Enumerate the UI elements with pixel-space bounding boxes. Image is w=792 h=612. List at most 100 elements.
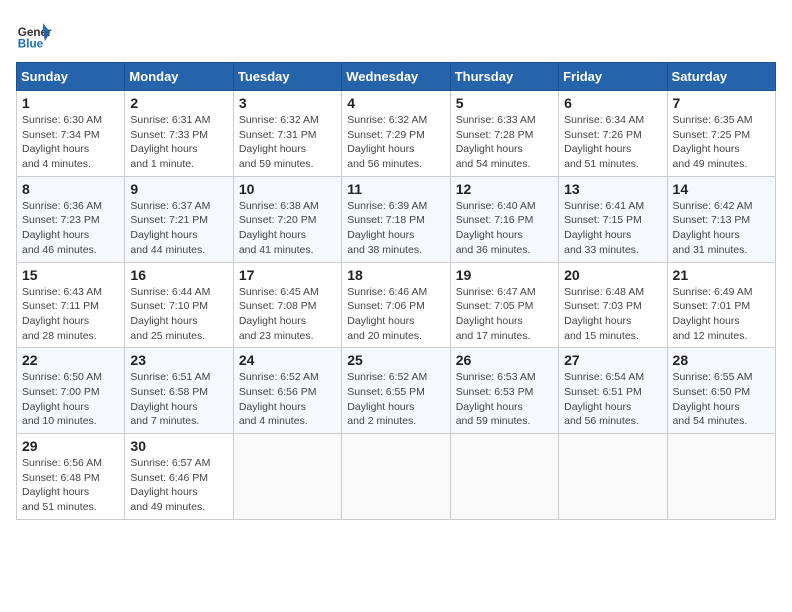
day-info: Sunrise: 6:57 AM Sunset: 6:46 PM Dayligh… bbox=[130, 456, 227, 515]
calendar-day-cell: 30 Sunrise: 6:57 AM Sunset: 6:46 PM Dayl… bbox=[125, 434, 233, 520]
day-number: 12 bbox=[456, 181, 553, 197]
day-info: Sunrise: 6:34 AM Sunset: 7:26 PM Dayligh… bbox=[564, 113, 661, 172]
day-number: 21 bbox=[673, 267, 770, 283]
calendar-day-cell: 25 Sunrise: 6:52 AM Sunset: 6:55 PM Dayl… bbox=[342, 348, 450, 434]
day-number: 8 bbox=[22, 181, 119, 197]
calendar-day-cell: 15 Sunrise: 6:43 AM Sunset: 7:11 PM Dayl… bbox=[17, 262, 125, 348]
day-info: Sunrise: 6:51 AM Sunset: 6:58 PM Dayligh… bbox=[130, 370, 227, 429]
calendar-day-cell: 26 Sunrise: 6:53 AM Sunset: 6:53 PM Dayl… bbox=[450, 348, 558, 434]
day-info: Sunrise: 6:52 AM Sunset: 6:56 PM Dayligh… bbox=[239, 370, 336, 429]
logo: General Blue bbox=[16, 16, 52, 52]
day-number: 25 bbox=[347, 352, 444, 368]
day-number: 17 bbox=[239, 267, 336, 283]
logo-icon: General Blue bbox=[16, 16, 52, 52]
day-info: Sunrise: 6:56 AM Sunset: 6:48 PM Dayligh… bbox=[22, 456, 119, 515]
day-number: 4 bbox=[347, 95, 444, 111]
day-info: Sunrise: 6:41 AM Sunset: 7:15 PM Dayligh… bbox=[564, 199, 661, 258]
day-number: 5 bbox=[456, 95, 553, 111]
day-info: Sunrise: 6:37 AM Sunset: 7:21 PM Dayligh… bbox=[130, 199, 227, 258]
day-number: 22 bbox=[22, 352, 119, 368]
calendar-day-cell: 2 Sunrise: 6:31 AM Sunset: 7:33 PM Dayli… bbox=[125, 91, 233, 177]
calendar-week-row: 1 Sunrise: 6:30 AM Sunset: 7:34 PM Dayli… bbox=[17, 91, 776, 177]
page-header: General Blue bbox=[16, 16, 776, 52]
day-number: 1 bbox=[22, 95, 119, 111]
calendar-day-cell: 20 Sunrise: 6:48 AM Sunset: 7:03 PM Dayl… bbox=[559, 262, 667, 348]
day-info: Sunrise: 6:36 AM Sunset: 7:23 PM Dayligh… bbox=[22, 199, 119, 258]
calendar-week-row: 29 Sunrise: 6:56 AM Sunset: 6:48 PM Dayl… bbox=[17, 434, 776, 520]
day-info: Sunrise: 6:55 AM Sunset: 6:50 PM Dayligh… bbox=[673, 370, 770, 429]
calendar-day-cell: 19 Sunrise: 6:47 AM Sunset: 7:05 PM Dayl… bbox=[450, 262, 558, 348]
day-number: 10 bbox=[239, 181, 336, 197]
day-number: 18 bbox=[347, 267, 444, 283]
day-number: 27 bbox=[564, 352, 661, 368]
calendar-day-cell: 8 Sunrise: 6:36 AM Sunset: 7:23 PM Dayli… bbox=[17, 176, 125, 262]
calendar-day-cell: 1 Sunrise: 6:30 AM Sunset: 7:34 PM Dayli… bbox=[17, 91, 125, 177]
day-number: 2 bbox=[130, 95, 227, 111]
calendar-day-cell: 10 Sunrise: 6:38 AM Sunset: 7:20 PM Dayl… bbox=[233, 176, 341, 262]
calendar-day-cell: 12 Sunrise: 6:40 AM Sunset: 7:16 PM Dayl… bbox=[450, 176, 558, 262]
calendar-table: SundayMondayTuesdayWednesdayThursdayFrid… bbox=[16, 62, 776, 520]
day-number: 7 bbox=[673, 95, 770, 111]
day-info: Sunrise: 6:32 AM Sunset: 7:29 PM Dayligh… bbox=[347, 113, 444, 172]
day-info: Sunrise: 6:54 AM Sunset: 6:51 PM Dayligh… bbox=[564, 370, 661, 429]
calendar-day-cell: 11 Sunrise: 6:39 AM Sunset: 7:18 PM Dayl… bbox=[342, 176, 450, 262]
day-number: 26 bbox=[456, 352, 553, 368]
day-info: Sunrise: 6:38 AM Sunset: 7:20 PM Dayligh… bbox=[239, 199, 336, 258]
weekday-header: Friday bbox=[559, 63, 667, 91]
calendar-day-cell: 27 Sunrise: 6:54 AM Sunset: 6:51 PM Dayl… bbox=[559, 348, 667, 434]
day-number: 3 bbox=[239, 95, 336, 111]
calendar-day-cell bbox=[559, 434, 667, 520]
calendar-day-cell bbox=[233, 434, 341, 520]
calendar-day-cell bbox=[667, 434, 775, 520]
calendar-day-cell: 13 Sunrise: 6:41 AM Sunset: 7:15 PM Dayl… bbox=[559, 176, 667, 262]
day-info: Sunrise: 6:48 AM Sunset: 7:03 PM Dayligh… bbox=[564, 285, 661, 344]
day-info: Sunrise: 6:35 AM Sunset: 7:25 PM Dayligh… bbox=[673, 113, 770, 172]
day-info: Sunrise: 6:42 AM Sunset: 7:13 PM Dayligh… bbox=[673, 199, 770, 258]
day-info: Sunrise: 6:40 AM Sunset: 7:16 PM Dayligh… bbox=[456, 199, 553, 258]
calendar-day-cell: 29 Sunrise: 6:56 AM Sunset: 6:48 PM Dayl… bbox=[17, 434, 125, 520]
calendar-week-row: 22 Sunrise: 6:50 AM Sunset: 7:00 PM Dayl… bbox=[17, 348, 776, 434]
day-number: 19 bbox=[456, 267, 553, 283]
day-info: Sunrise: 6:32 AM Sunset: 7:31 PM Dayligh… bbox=[239, 113, 336, 172]
calendar-day-cell: 17 Sunrise: 6:45 AM Sunset: 7:08 PM Dayl… bbox=[233, 262, 341, 348]
weekday-header: Wednesday bbox=[342, 63, 450, 91]
day-number: 14 bbox=[673, 181, 770, 197]
day-info: Sunrise: 6:52 AM Sunset: 6:55 PM Dayligh… bbox=[347, 370, 444, 429]
day-info: Sunrise: 6:50 AM Sunset: 7:00 PM Dayligh… bbox=[22, 370, 119, 429]
day-info: Sunrise: 6:49 AM Sunset: 7:01 PM Dayligh… bbox=[673, 285, 770, 344]
calendar-day-cell: 23 Sunrise: 6:51 AM Sunset: 6:58 PM Dayl… bbox=[125, 348, 233, 434]
day-number: 13 bbox=[564, 181, 661, 197]
calendar-day-cell: 5 Sunrise: 6:33 AM Sunset: 7:28 PM Dayli… bbox=[450, 91, 558, 177]
day-info: Sunrise: 6:47 AM Sunset: 7:05 PM Dayligh… bbox=[456, 285, 553, 344]
calendar-day-cell: 6 Sunrise: 6:34 AM Sunset: 7:26 PM Dayli… bbox=[559, 91, 667, 177]
day-number: 30 bbox=[130, 438, 227, 454]
day-info: Sunrise: 6:44 AM Sunset: 7:10 PM Dayligh… bbox=[130, 285, 227, 344]
weekday-header: Sunday bbox=[17, 63, 125, 91]
calendar-day-cell: 22 Sunrise: 6:50 AM Sunset: 7:00 PM Dayl… bbox=[17, 348, 125, 434]
day-number: 15 bbox=[22, 267, 119, 283]
weekday-header: Saturday bbox=[667, 63, 775, 91]
calendar-day-cell: 4 Sunrise: 6:32 AM Sunset: 7:29 PM Dayli… bbox=[342, 91, 450, 177]
day-number: 24 bbox=[239, 352, 336, 368]
day-info: Sunrise: 6:39 AM Sunset: 7:18 PM Dayligh… bbox=[347, 199, 444, 258]
day-info: Sunrise: 6:53 AM Sunset: 6:53 PM Dayligh… bbox=[456, 370, 553, 429]
day-number: 16 bbox=[130, 267, 227, 283]
calendar-header-row: SundayMondayTuesdayWednesdayThursdayFrid… bbox=[17, 63, 776, 91]
calendar-day-cell bbox=[450, 434, 558, 520]
day-info: Sunrise: 6:33 AM Sunset: 7:28 PM Dayligh… bbox=[456, 113, 553, 172]
calendar-day-cell: 3 Sunrise: 6:32 AM Sunset: 7:31 PM Dayli… bbox=[233, 91, 341, 177]
calendar-day-cell: 16 Sunrise: 6:44 AM Sunset: 7:10 PM Dayl… bbox=[125, 262, 233, 348]
day-number: 6 bbox=[564, 95, 661, 111]
weekday-header: Tuesday bbox=[233, 63, 341, 91]
calendar-day-cell: 14 Sunrise: 6:42 AM Sunset: 7:13 PM Dayl… bbox=[667, 176, 775, 262]
calendar-day-cell: 7 Sunrise: 6:35 AM Sunset: 7:25 PM Dayli… bbox=[667, 91, 775, 177]
day-info: Sunrise: 6:30 AM Sunset: 7:34 PM Dayligh… bbox=[22, 113, 119, 172]
day-number: 29 bbox=[22, 438, 119, 454]
calendar-day-cell: 21 Sunrise: 6:49 AM Sunset: 7:01 PM Dayl… bbox=[667, 262, 775, 348]
weekday-header: Monday bbox=[125, 63, 233, 91]
day-info: Sunrise: 6:31 AM Sunset: 7:33 PM Dayligh… bbox=[130, 113, 227, 172]
calendar-week-row: 15 Sunrise: 6:43 AM Sunset: 7:11 PM Dayl… bbox=[17, 262, 776, 348]
day-number: 11 bbox=[347, 181, 444, 197]
calendar-day-cell: 9 Sunrise: 6:37 AM Sunset: 7:21 PM Dayli… bbox=[125, 176, 233, 262]
day-info: Sunrise: 6:46 AM Sunset: 7:06 PM Dayligh… bbox=[347, 285, 444, 344]
